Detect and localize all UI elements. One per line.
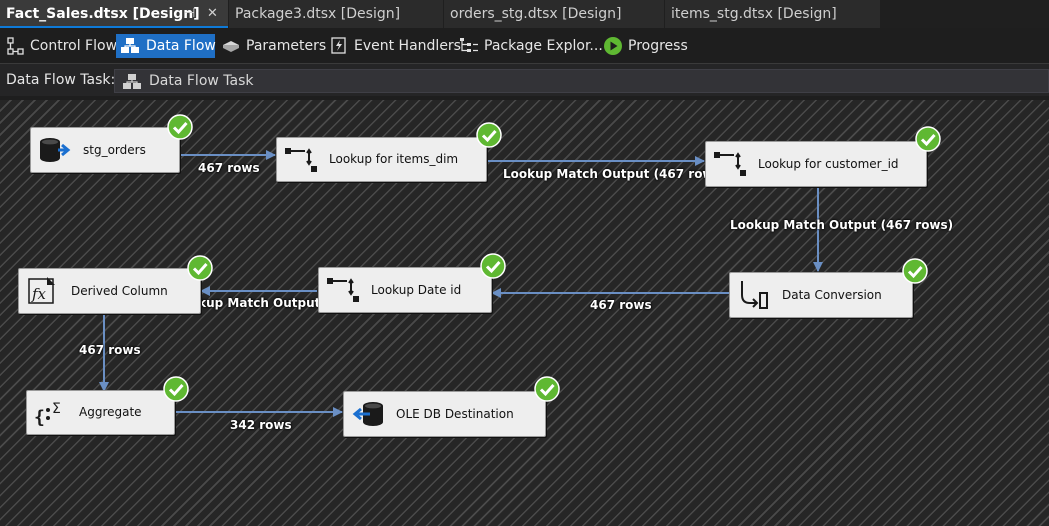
data-flow-canvas[interactable]: 467 rows Lookup Match Output (467 rows) … bbox=[0, 100, 1049, 526]
data-flow-button[interactable]: Data Flow bbox=[116, 34, 216, 58]
data-conversion[interactable]: Data Conversion bbox=[729, 272, 913, 318]
tab-label: items_stg.dtsx [Design] bbox=[671, 6, 837, 22]
lookup-icon bbox=[327, 278, 359, 302]
node-name: Lookup Date id bbox=[371, 283, 462, 297]
control-flow-label: Control Flow bbox=[30, 38, 118, 54]
tab-label: orders_stg.dtsx [Design] bbox=[450, 6, 622, 22]
node-name: Lookup for customer_id bbox=[758, 157, 899, 171]
aggregate[interactable]: { Σ Aggregate bbox=[26, 390, 175, 435]
lookup-customer-id[interactable]: Lookup for customer_id bbox=[705, 141, 927, 187]
document-tab-bar: Fact_Sales.dtsx [Design] ⊣ ✕ Package3.dt… bbox=[0, 0, 1049, 28]
lookup-icon bbox=[285, 147, 317, 172]
parameters-label: Parameters bbox=[246, 38, 327, 54]
event-handlers-label: Event Handlers bbox=[354, 38, 461, 54]
green-check-icon bbox=[915, 126, 941, 152]
tab-orders-stg[interactable]: orders_stg.dtsx [Design] bbox=[444, 0, 664, 28]
parameters-icon bbox=[223, 41, 239, 52]
connector-label: 467 rows bbox=[590, 298, 652, 312]
event-handlers-button[interactable]: Event Handlers bbox=[325, 34, 461, 58]
lookup-icon bbox=[714, 152, 746, 176]
database-destination-icon bbox=[352, 402, 383, 426]
task-selector-label: Data Flow Task: bbox=[6, 72, 116, 88]
green-check-icon bbox=[476, 122, 502, 148]
green-check-icon bbox=[902, 258, 928, 284]
tab-items-stg[interactable]: items_stg.dtsx [Design] bbox=[665, 0, 880, 28]
parameters-button[interactable]: Parameters bbox=[217, 34, 326, 58]
event-handlers-icon bbox=[331, 37, 346, 54]
stg-orders-source[interactable]: stg_orders bbox=[30, 127, 180, 173]
connector-label: 467 rows bbox=[79, 343, 141, 357]
connector-label: Lookup Match Output (467 rows) bbox=[730, 218, 954, 232]
tab-label: Package3.dtsx [Design] bbox=[235, 6, 401, 22]
task-selector-bar: Data Flow Task: Data Flow Task bbox=[0, 64, 1049, 96]
connector-label: 467 rows bbox=[198, 161, 260, 175]
tab-label: Fact_Sales.dtsx [Design] bbox=[6, 6, 200, 22]
control-flow-button[interactable]: Control Flow bbox=[2, 34, 117, 58]
node-name: Data Conversion bbox=[782, 288, 882, 302]
lookup-items-dim[interactable]: Lookup for items_dim bbox=[276, 137, 487, 182]
connector-label: Lookup Match Output (467 rows) bbox=[503, 167, 727, 181]
package-explorer-label: Package Explor... bbox=[484, 38, 603, 54]
task-selector-value: Data Flow Task bbox=[149, 73, 254, 89]
green-check-icon bbox=[480, 253, 506, 279]
green-check-icon bbox=[187, 255, 213, 281]
data-flow-task-icon bbox=[123, 74, 141, 89]
data-flow-icon bbox=[121, 38, 139, 53]
derived-column-icon: fx bbox=[28, 277, 55, 304]
svg-text:fx: fx bbox=[31, 285, 47, 303]
pin-icon[interactable]: ⊣ bbox=[184, 0, 195, 26]
green-check-icon bbox=[534, 376, 560, 402]
task-selector-dropdown[interactable]: Data Flow Task bbox=[114, 69, 1049, 93]
progress-play-icon bbox=[604, 37, 622, 55]
node-name: Derived Column bbox=[71, 284, 168, 298]
aggregate-icon: { Σ bbox=[34, 401, 61, 428]
lookup-date-id[interactable]: Lookup Date id bbox=[318, 267, 492, 313]
green-check-icon bbox=[167, 114, 193, 140]
package-explorer-icon bbox=[460, 38, 478, 52]
control-flow-icon bbox=[7, 37, 24, 55]
close-icon[interactable]: ✕ bbox=[207, 0, 218, 26]
data-conversion-icon bbox=[741, 281, 768, 309]
derived-column[interactable]: fx Derived Column bbox=[18, 268, 201, 314]
tab-fact-sales[interactable]: Fact_Sales.dtsx [Design] ⊣ ✕ bbox=[0, 0, 228, 28]
data-flow-label: Data Flow bbox=[146, 38, 216, 54]
svg-text:Σ: Σ bbox=[52, 401, 61, 417]
designer-toolbar: Control Flow Data Flow Parameters Event … bbox=[0, 28, 1049, 64]
database-source-icon bbox=[40, 138, 71, 162]
node-name: Lookup for items_dim bbox=[329, 152, 459, 166]
progress-button[interactable]: Progress bbox=[599, 34, 691, 58]
tab-package3[interactable]: Package3.dtsx [Design] bbox=[229, 0, 443, 28]
progress-label: Progress bbox=[628, 38, 688, 54]
svg-text:{: { bbox=[34, 407, 45, 428]
package-explorer-button[interactable]: Package Explor... bbox=[455, 34, 603, 58]
node-name: OLE DB Destination bbox=[396, 407, 514, 421]
ole-db-destination[interactable]: OLE DB Destination bbox=[343, 391, 546, 437]
connector-label: 342 rows bbox=[230, 418, 292, 432]
node-name: stg_orders bbox=[83, 143, 146, 157]
green-check-icon bbox=[163, 376, 189, 402]
node-name: Aggregate bbox=[79, 405, 142, 419]
